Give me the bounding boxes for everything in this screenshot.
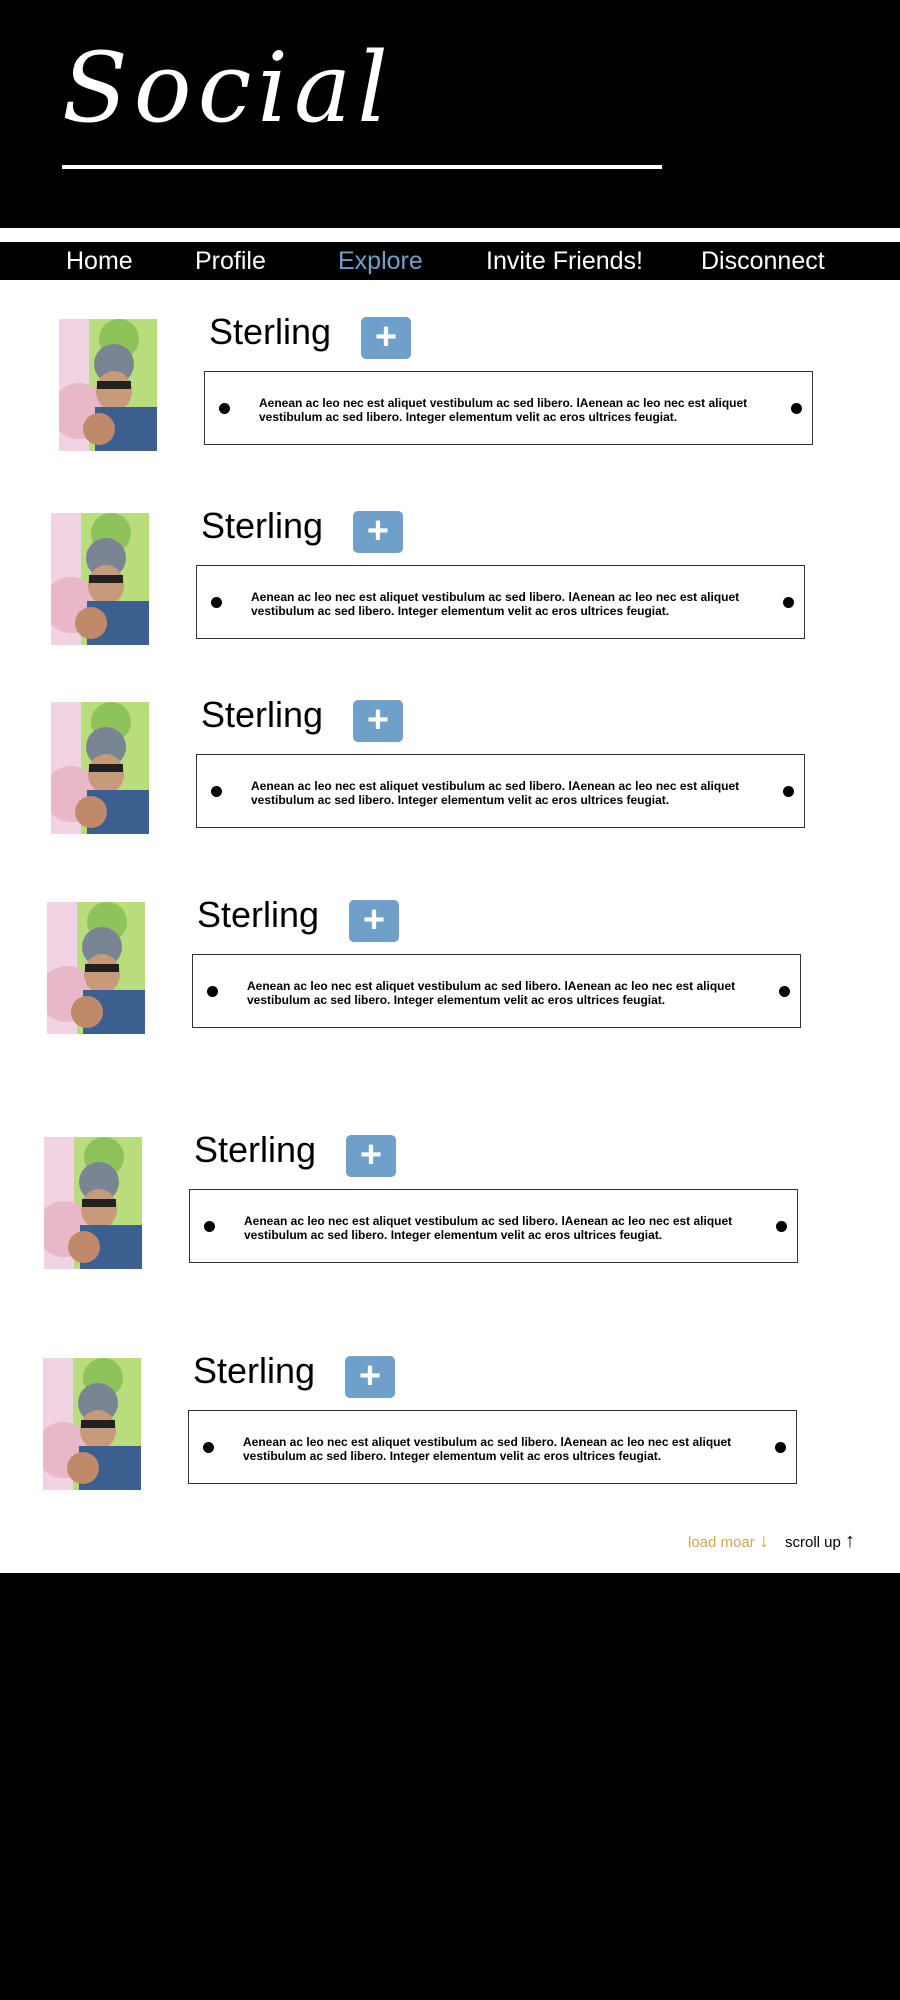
add-friend-button[interactable]: + (349, 900, 399, 942)
post-message-box: Aenean ac leo nec est aliquet vestibulum… (196, 565, 805, 639)
post-author-name[interactable]: Sterling (201, 694, 323, 736)
post-message: Aenean ac leo nec est aliquet vestibulum… (259, 396, 748, 424)
bullet-right-icon (783, 786, 794, 797)
bullet-left-icon (211, 786, 222, 797)
add-friend-button[interactable]: + (345, 1356, 395, 1398)
avatar-image (59, 319, 157, 451)
post-message-box: Aenean ac leo nec est aliquet vestibulum… (192, 954, 801, 1028)
post-message: Aenean ac leo nec est aliquet vestibulum… (243, 1435, 732, 1463)
post-message: Aenean ac leo nec est aliquet vestibulum… (251, 779, 740, 807)
bullet-left-icon (204, 1221, 215, 1232)
nav-profile[interactable]: Profile (195, 246, 266, 276)
post-author-name[interactable]: Sterling (209, 311, 331, 353)
avatar-image (51, 702, 149, 834)
post-author-name[interactable]: Sterling (201, 505, 323, 547)
avatar-image (51, 513, 149, 645)
arrow-down-icon: ↓ (758, 1530, 769, 1552)
bullet-left-icon (203, 1442, 214, 1453)
feed: Sterling + Aenean ac leo nec est aliquet… (0, 280, 900, 1573)
bullet-left-icon (211, 597, 222, 608)
avatar[interactable] (47, 902, 145, 1034)
post-author-name[interactable]: Sterling (193, 1350, 315, 1392)
main-nav: Home Profile Explore Invite Friends! Dis… (0, 242, 900, 280)
post-message-box: Aenean ac leo nec est aliquet vestibulum… (196, 754, 805, 828)
scroll-up-link[interactable]: scroll up ↑ (785, 1530, 855, 1553)
avatar[interactable] (51, 702, 149, 834)
post-message: Aenean ac leo nec est aliquet vestibulum… (244, 1214, 733, 1242)
avatar-image (47, 902, 145, 1034)
avatar-image (43, 1358, 141, 1490)
post-message: Aenean ac leo nec est aliquet vestibulum… (251, 590, 740, 618)
nav-invite-friends[interactable]: Invite Friends! (486, 246, 643, 276)
bullet-right-icon (783, 597, 794, 608)
nav-disconnect[interactable]: Disconnect (701, 246, 825, 276)
header: Social (0, 0, 900, 228)
nav-explore[interactable]: Explore (338, 246, 423, 276)
scroll-up-label: scroll up (785, 1534, 841, 1551)
avatar-image (44, 1137, 142, 1269)
avatar[interactable] (59, 319, 157, 451)
add-friend-button[interactable]: + (353, 700, 403, 742)
logo-underline (62, 165, 662, 169)
add-friend-button[interactable]: + (346, 1135, 396, 1177)
post-message-box: Aenean ac leo nec est aliquet vestibulum… (189, 1189, 798, 1263)
add-friend-button[interactable]: + (361, 317, 411, 359)
bullet-right-icon (776, 1221, 787, 1232)
bullet-right-icon (775, 1442, 786, 1453)
post-author-name[interactable]: Sterling (197, 894, 319, 936)
post-message-box: Aenean ac leo nec est aliquet vestibulum… (188, 1410, 797, 1484)
load-more-link[interactable]: load moar ↓ (688, 1530, 769, 1553)
bullet-right-icon (779, 986, 790, 997)
bullet-left-icon (219, 403, 230, 414)
site-logo[interactable]: Social (62, 40, 394, 136)
post-message-box: Aenean ac leo nec est aliquet vestibulum… (204, 371, 813, 445)
nav-home[interactable]: Home (66, 246, 133, 276)
post-message: Aenean ac leo nec est aliquet vestibulum… (247, 979, 736, 1007)
arrow-up-icon: ↑ (845, 1530, 856, 1552)
bullet-left-icon (207, 986, 218, 997)
header-divider (0, 228, 900, 242)
bullet-right-icon (791, 403, 802, 414)
post-author-name[interactable]: Sterling (194, 1129, 316, 1171)
avatar[interactable] (44, 1137, 142, 1269)
add-friend-button[interactable]: + (353, 511, 403, 553)
avatar[interactable] (51, 513, 149, 645)
avatar[interactable] (43, 1358, 141, 1490)
load-more-label: load moar (688, 1534, 755, 1551)
